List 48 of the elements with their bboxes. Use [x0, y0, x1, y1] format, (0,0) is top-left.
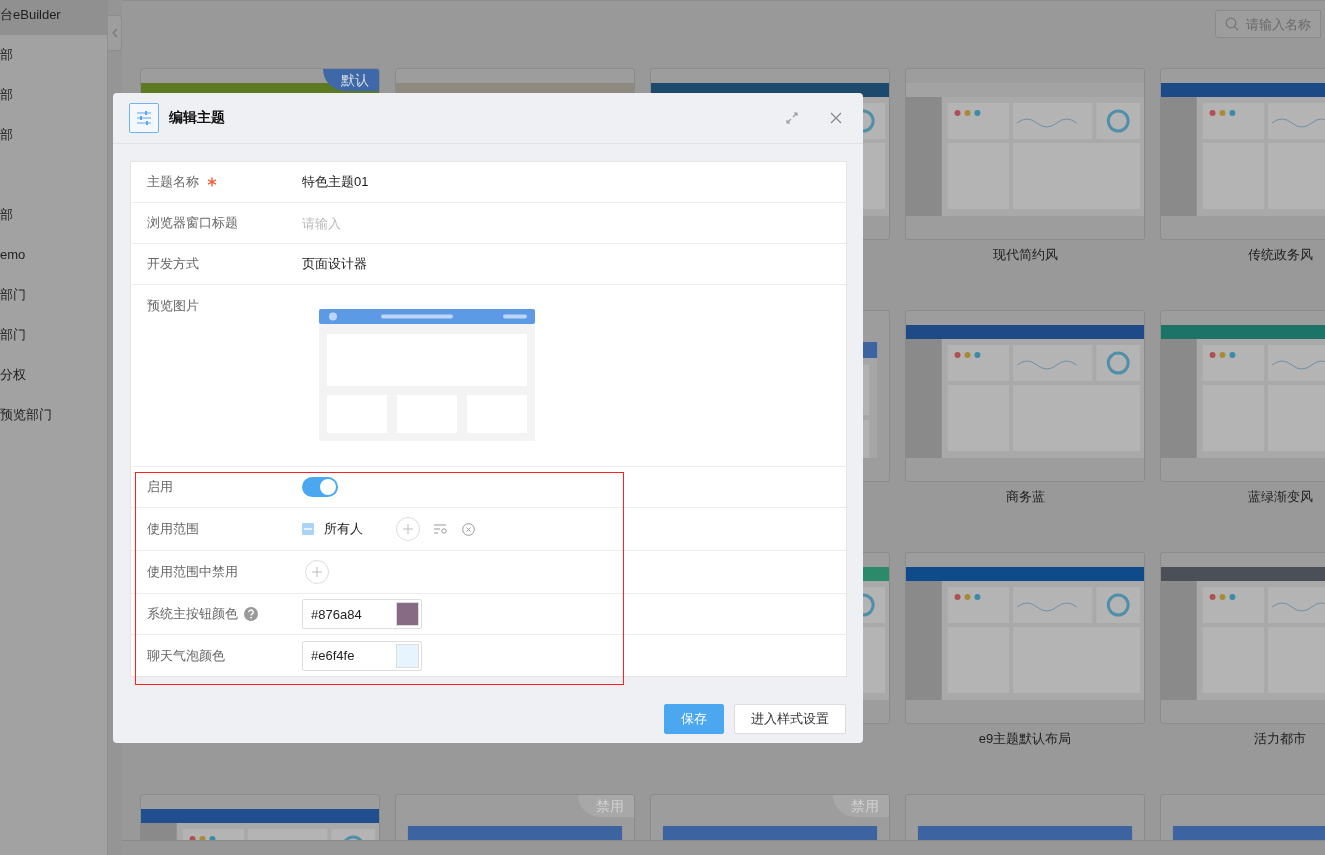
color-input-field[interactable]: #e6f4fe	[302, 640, 422, 671]
field-label: 浏览器窗口标题	[147, 214, 238, 232]
card-title: 活力都市	[1254, 730, 1306, 748]
sidebar-item[interactable]: 部门	[0, 315, 107, 355]
sidebar-item[interactable]: 预览部门	[0, 395, 107, 435]
style-settings-button[interactable]: 进入样式设置	[734, 704, 846, 734]
field-label: 使用范围中禁用	[147, 563, 238, 581]
filter-list-icon[interactable]	[434, 524, 448, 534]
field-label: 开发方式	[147, 255, 199, 273]
plus-icon	[403, 524, 413, 534]
theme-card[interactable]	[905, 310, 1145, 482]
field-value: 页面设计器	[302, 255, 367, 273]
field-label: 启用	[147, 478, 173, 496]
sidebar-item[interactable]: emo	[0, 235, 107, 275]
card-title: 蓝绿渐变风	[1247, 488, 1313, 506]
sliders-icon	[129, 103, 159, 133]
color-swatch[interactable]	[396, 602, 419, 626]
scope-value: 所有人	[324, 520, 363, 538]
field-label: 聊天气泡颜色	[147, 646, 225, 665]
sidebar-item[interactable]: 部	[0, 115, 107, 155]
card-title: 商务蓝	[1005, 488, 1045, 506]
color-input-field[interactable]: #876a84	[302, 599, 422, 629]
clear-icon[interactable]	[462, 522, 475, 536]
sidebar-item[interactable]: 台eBuilder	[0, 0, 107, 35]
plus-icon	[312, 567, 322, 577]
card-title: 传统政务风	[1247, 246, 1313, 264]
color-swatch[interactable]	[396, 643, 419, 668]
card-title: e9主题默认布局	[978, 730, 1072, 748]
field-value: 特色主题01	[302, 173, 369, 191]
help-icon[interactable]	[244, 607, 258, 621]
sidebar-item[interactable]: 部	[0, 195, 107, 235]
field-label: 预览图片	[147, 297, 199, 315]
enable-toggle[interactable]	[302, 477, 338, 497]
field-label: 主题名称	[147, 173, 199, 191]
sidebar-item[interactable]: 部门	[0, 275, 107, 315]
field-label: 使用范围	[147, 520, 199, 538]
sidebar-item[interactable]: 部	[0, 75, 107, 115]
sidebar-item[interactable]: 分权	[0, 355, 107, 395]
card-title: 现代简约风	[992, 246, 1058, 264]
chevron-left-icon	[111, 28, 118, 38]
dialog-title: 编辑主题	[169, 109, 225, 127]
collapse-handle[interactable]	[108, 15, 122, 51]
field-label: 系统主按钮颜色	[147, 605, 238, 623]
search-icon	[1225, 17, 1239, 31]
sidebar-item[interactable]: 部	[0, 35, 107, 75]
everyone-icon	[302, 523, 314, 535]
status-badge: 默认	[323, 69, 379, 91]
theme-card[interactable]	[905, 552, 1145, 724]
